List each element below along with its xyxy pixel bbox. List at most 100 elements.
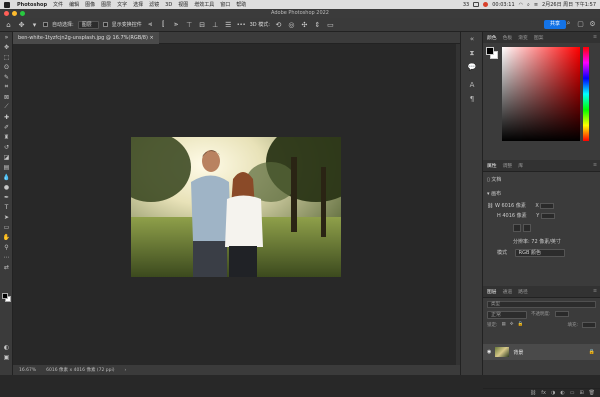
screen-mode-icon[interactable]: ▣	[0, 352, 13, 362]
status-chevron-icon[interactable]: ›	[125, 368, 127, 373]
hand-tool-icon[interactable]: ✋	[0, 232, 13, 242]
panel-collapse-icon[interactable]: »	[0, 32, 13, 42]
menu-image[interactable]: 图像	[82, 1, 98, 8]
menu-filter[interactable]: 滤镜	[146, 1, 162, 8]
align-middle-icon[interactable]: ⊟	[198, 20, 207, 29]
more-options-button[interactable]: •••	[237, 22, 246, 28]
tab-gradients[interactable]: 渐变	[518, 34, 528, 41]
move-tool-icon[interactable]: ✥	[17, 20, 26, 29]
lock-position-icon[interactable]: ✥	[510, 322, 514, 328]
dock-collapse-icon[interactable]: «	[461, 32, 483, 46]
quick-select-tool-icon[interactable]: ✎	[0, 72, 13, 82]
search-icon[interactable]: ⌕	[565, 19, 572, 27]
align-top-icon[interactable]: ⊤	[185, 20, 194, 29]
path-select-tool-icon[interactable]: ➤	[0, 212, 13, 222]
type-tool-icon[interactable]: T	[0, 202, 13, 212]
zoom-level[interactable]: 16.67%	[19, 368, 36, 373]
distribute-icon[interactable]: ☰	[224, 20, 233, 29]
document-image[interactable]	[131, 137, 341, 277]
battery-icon[interactable]	[473, 2, 480, 7]
edit-toolbar-icon[interactable]: ⇄	[0, 262, 13, 272]
y-field[interactable]	[540, 212, 555, 219]
zoom-window-icon[interactable]	[20, 11, 25, 16]
align-bottom-icon[interactable]: ⊥	[211, 20, 220, 29]
tab-channels[interactable]: 通道	[503, 288, 513, 295]
quick-mask-icon[interactable]: ◐	[0, 342, 13, 352]
control-center-icon[interactable]: ≡	[534, 2, 538, 8]
layer-kind-filter[interactable]: 类型	[487, 301, 596, 308]
tab-patterns[interactable]: 图案	[534, 34, 544, 41]
3d-orbit-icon[interactable]: ⟲	[274, 20, 283, 29]
visibility-eye-icon[interactable]: ◉	[487, 349, 491, 355]
menu-plugins[interactable]: 增效工具	[191, 1, 217, 8]
panel-menu-icon[interactable]: ≡	[593, 35, 600, 40]
frame-tool-icon[interactable]: ⊠	[0, 92, 13, 102]
portrait-icon[interactable]	[513, 224, 521, 232]
eyedropper-tool-icon[interactable]: ⟋	[0, 102, 13, 112]
crop-tool-icon[interactable]: ⌗	[0, 82, 13, 92]
menu-window[interactable]: 窗口	[217, 1, 233, 8]
width-value[interactable]: 6016 像素	[502, 203, 526, 209]
tab-paths[interactable]: 路径	[518, 288, 528, 295]
landscape-icon[interactable]	[522, 224, 531, 232]
canvas-header[interactable]: ▾ 画布	[487, 190, 501, 197]
rectangle-tool-icon[interactable]: ▭	[0, 222, 13, 232]
foreground-color-swatch[interactable]	[2, 293, 8, 299]
tab-adjustments[interactable]: 调整	[503, 162, 513, 169]
layer-style-icon[interactable]: fx	[541, 390, 546, 396]
tool-preset-chevron-icon[interactable]: ▾	[30, 20, 39, 29]
clock[interactable]: 2月26日 周日 下午1:57	[542, 1, 596, 8]
lock-all-icon[interactable]: 🔒	[518, 322, 524, 328]
3d-roll-icon[interactable]: ◎	[287, 20, 296, 29]
search-icon[interactable]: ⌕	[527, 2, 530, 8]
menu-view[interactable]: 视图	[175, 1, 191, 8]
zoom-tool-icon[interactable]: ⚲	[0, 242, 13, 252]
document-size[interactable]: 6016 像素 x 4016 像素 (72 ppi)	[46, 367, 114, 373]
transform-controls-checkbox[interactable]	[102, 22, 108, 27]
menu-3d[interactable]: 3D	[162, 2, 175, 8]
align-left-icon[interactable]: ⫷	[146, 20, 155, 29]
tab-swatches[interactable]: 色板	[503, 34, 513, 41]
panel-foreground-swatch[interactable]	[486, 47, 494, 55]
apple-icon[interactable]	[4, 1, 10, 8]
wifi-icon[interactable]: ◠	[519, 2, 523, 8]
eraser-tool-icon[interactable]: ◪	[0, 152, 13, 162]
align-center-icon[interactable]: ⫿	[159, 20, 168, 29]
new-group-icon[interactable]: ▭	[570, 390, 575, 396]
settings-icon[interactable]: ⚙	[589, 20, 596, 28]
link-icon[interactable]: ⛓	[487, 203, 493, 209]
layer-row[interactable]: ◉ 背景 🔒	[483, 344, 600, 360]
fill-field[interactable]	[582, 322, 596, 328]
link-layers-icon[interactable]: ⛓	[530, 390, 536, 396]
delete-layer-icon[interactable]: 🗑	[589, 390, 595, 396]
tab-properties[interactable]: 属性	[487, 162, 497, 169]
menu-edit[interactable]: 编辑	[66, 1, 82, 8]
document-tab[interactable]: ben-white-1tyzfcjn2g-unsplash.jpg @ 16.7…	[13, 32, 159, 44]
new-layer-icon[interactable]: ⊞	[579, 390, 583, 396]
lock-pixels-icon[interactable]: ▦	[502, 322, 506, 328]
tab-color[interactable]: 颜色	[487, 34, 497, 41]
brush-tool-icon[interactable]: ✐	[0, 122, 13, 132]
clone-stamp-tool-icon[interactable]: ♜	[0, 132, 13, 142]
layer-name[interactable]: 背景	[513, 349, 523, 356]
share-button[interactable]: 共享	[543, 20, 566, 29]
character-icon[interactable]: A	[461, 78, 483, 92]
lasso-tool-icon[interactable]: ʘ	[0, 62, 13, 72]
minimize-window-icon[interactable]	[12, 11, 17, 16]
auto-select-checkbox[interactable]	[43, 22, 48, 27]
close-window-icon[interactable]	[4, 11, 9, 16]
height-value[interactable]: 4016 像素	[502, 213, 526, 219]
auto-select-dropdown[interactable]: 图层	[77, 20, 99, 29]
home-icon[interactable]: ⌂	[4, 20, 13, 29]
close-tab-icon[interactable]: ×	[150, 35, 154, 41]
align-right-icon[interactable]: ⫸	[172, 20, 181, 29]
tab-layers[interactable]: 图层	[487, 288, 497, 295]
paragraph-icon[interactable]: ¶	[461, 92, 483, 106]
color-picker-field[interactable]	[502, 47, 580, 141]
workspace-icon[interactable]: ▢	[577, 20, 584, 28]
dodge-tool-icon[interactable]: ●	[0, 182, 13, 192]
menu-help[interactable]: 帮助	[233, 1, 249, 8]
adjustment-layer-icon[interactable]: ◐	[560, 390, 564, 396]
more-tools-icon[interactable]: ⋯	[0, 252, 13, 262]
marquee-tool-icon[interactable]: ⬚	[0, 52, 13, 62]
